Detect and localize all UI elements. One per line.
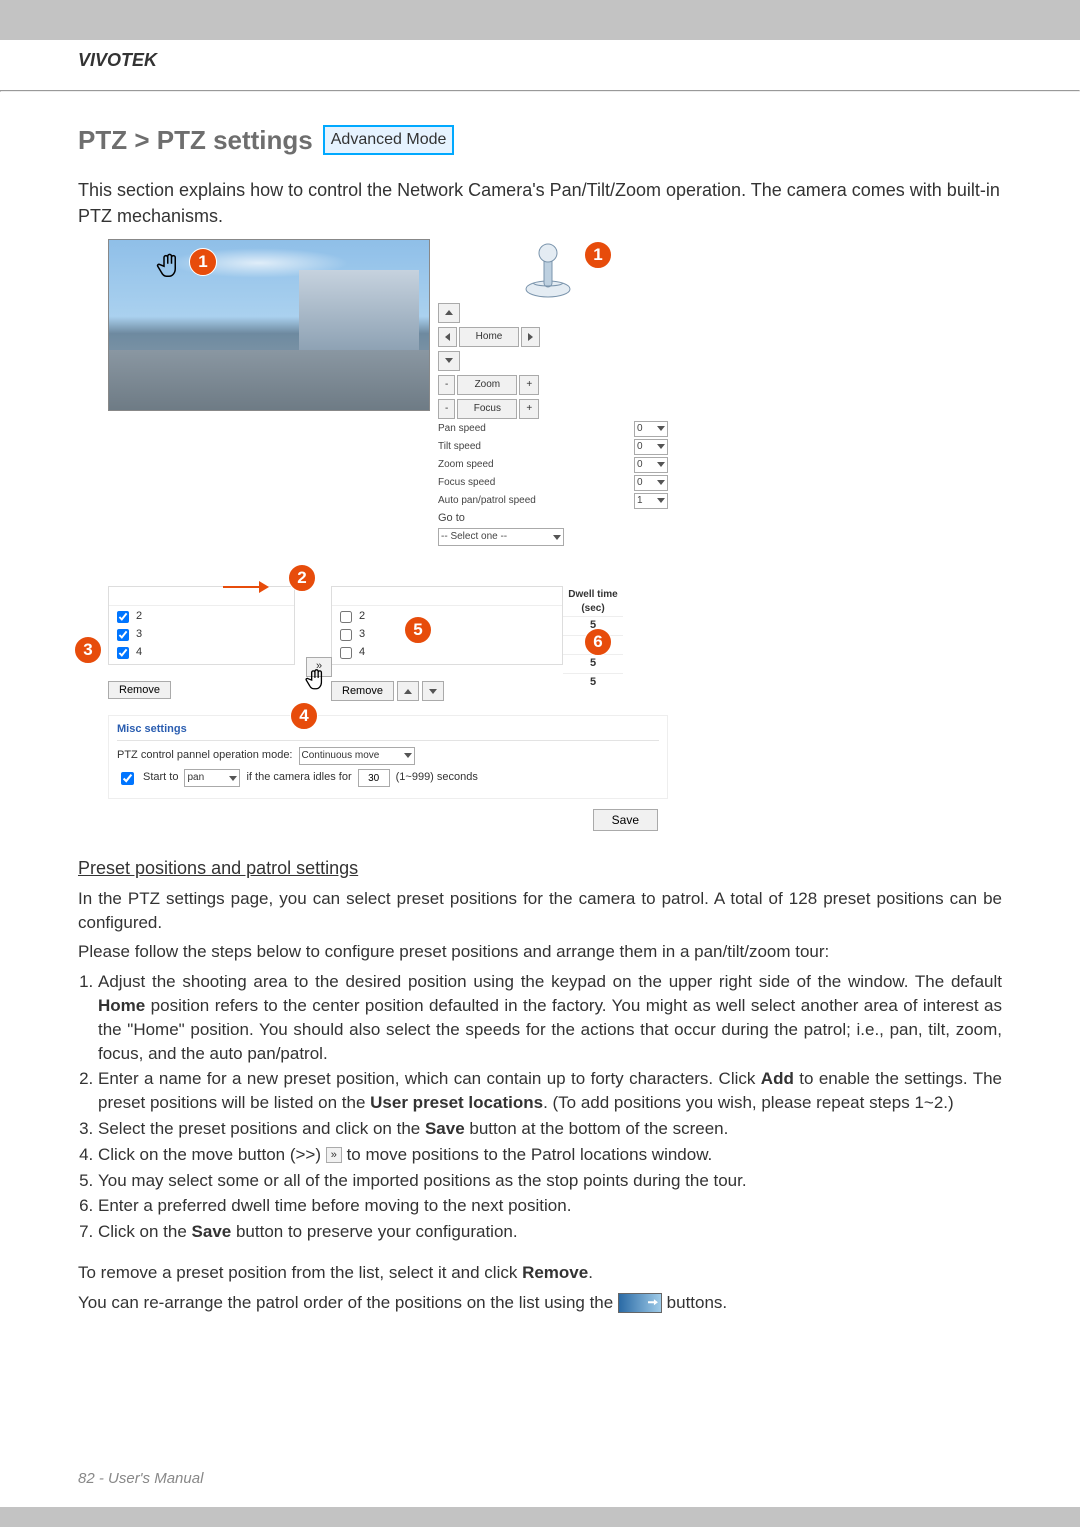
step-item: Enter a name for a new preset position, … <box>98 1067 1002 1115</box>
step-item: Select the preset positions and click on… <box>98 1117 1002 1141</box>
step-item: Click on the Save button to preserve you… <box>98 1220 1002 1244</box>
preset-row[interactable]: 3 <box>113 626 290 644</box>
tilt-speed-select[interactable]: 0 <box>634 439 668 455</box>
callout-6: 6 <box>584 628 612 656</box>
move-button-icon: » <box>326 1147 342 1163</box>
hand-cursor-icon <box>154 250 184 280</box>
patrol-locations-panel: 2 3 4 <box>331 586 563 665</box>
paragraph: In the PTZ settings page, you can select… <box>78 887 1002 935</box>
callout-4: 4 <box>290 702 318 730</box>
home-button[interactable]: Home <box>459 327 519 347</box>
goto-select[interactable]: -- Select one -- <box>438 528 564 546</box>
paragraph: Please follow the steps below to configu… <box>78 940 1002 964</box>
remove-preset-button[interactable]: Remove <box>108 681 171 699</box>
pan-speed-select[interactable]: 0 <box>634 421 668 437</box>
preset-row[interactable]: 2 <box>113 608 290 626</box>
arrow-to-callout-2-icon <box>223 572 269 600</box>
step-item: Click on the move button (>>) » to move … <box>98 1143 1002 1167</box>
tilt-speed-label: Tilt speed <box>438 440 481 454</box>
dwell-header-2: (sec) <box>563 602 623 616</box>
idle-seconds-input[interactable] <box>358 769 390 787</box>
joystick-icon[interactable] <box>518 239 578 299</box>
ptz-mode-label: PTZ control pannel operation mode: <box>117 748 293 763</box>
hand-cursor-icon <box>303 666 329 699</box>
goto-label: Go to <box>438 511 668 526</box>
paragraph: You can re-arrange the patrol order of t… <box>78 1291 1002 1315</box>
remove-patrol-button[interactable]: Remove <box>331 681 394 701</box>
zoom-label: Zoom <box>457 375 517 395</box>
page-title: PTZ > PTZ settings <box>78 122 313 158</box>
section-subhead: Preset positions and patrol settings <box>78 856 1002 881</box>
step-item: You may select some or all of the import… <box>98 1169 1002 1193</box>
left-button[interactable] <box>438 327 457 347</box>
callout-1b: 1 <box>584 241 612 269</box>
zoom-speed-select[interactable]: 0 <box>634 457 668 473</box>
callout-2: 2 <box>288 564 316 592</box>
step-item: Enter a preferred dwell time before movi… <box>98 1194 1002 1218</box>
idle-label: if the camera idles for <box>246 770 351 785</box>
ptz-ui-panel: 1 1 Home <box>108 239 668 831</box>
step-item: Adjust the shooting area to the desired … <box>98 970 1002 1065</box>
move-up-button[interactable] <box>397 681 419 701</box>
intro-text: This section explains how to control the… <box>78 178 1002 228</box>
callout-1a: 1 <box>189 248 217 276</box>
down-button[interactable] <box>438 351 460 371</box>
brand-header: VIVOTEK <box>0 40 1080 90</box>
reorder-buttons-icon <box>618 1293 662 1313</box>
dwell-header-1: Dwell time <box>563 588 623 602</box>
callout-3: 3 <box>74 636 102 664</box>
camera-preview[interactable]: 1 <box>108 239 430 411</box>
pan-speed-label: Pan speed <box>438 422 486 436</box>
dwell-value[interactable]: 5 <box>563 673 623 692</box>
misc-settings-panel: Misc settings PTZ control pannel operati… <box>108 715 668 798</box>
idle-units-label: (1~999) seconds <box>396 770 478 785</box>
patrol-row[interactable]: 3 <box>336 626 558 644</box>
focus-label: Focus <box>457 399 517 419</box>
start-to-checkbox[interactable] <box>121 772 134 785</box>
focus-out-button[interactable]: - <box>438 399 455 419</box>
misc-title: Misc settings <box>117 722 659 740</box>
zoom-speed-label: Zoom speed <box>438 458 494 472</box>
callout-5: 5 <box>404 616 432 644</box>
steps-list: Adjust the shooting area to the desired … <box>78 970 1002 1244</box>
preset-checkbox[interactable] <box>117 647 129 659</box>
patrol-checkbox[interactable] <box>340 647 352 659</box>
patrol-row[interactable]: 4 <box>336 644 558 662</box>
focus-speed-select[interactable]: 0 <box>634 475 668 491</box>
preset-row[interactable]: 4 <box>113 644 290 662</box>
move-down-button[interactable] <box>422 681 444 701</box>
page-footer: 82 - User's Manual <box>78 1470 203 1487</box>
patrol-checkbox[interactable] <box>340 629 352 641</box>
patrol-checkbox[interactable] <box>340 611 352 623</box>
up-button[interactable] <box>438 303 460 323</box>
auto-patrol-speed-select[interactable]: 1 <box>634 493 668 509</box>
dwell-value[interactable]: 5 <box>563 654 623 673</box>
preset-checkbox[interactable] <box>117 629 129 641</box>
preset-checkbox[interactable] <box>117 611 129 623</box>
paragraph: To remove a preset position from the lis… <box>78 1261 1002 1285</box>
start-to-select[interactable]: pan <box>184 769 240 787</box>
focus-speed-label: Focus speed <box>438 476 495 490</box>
save-button[interactable]: Save <box>593 809 658 831</box>
start-to-label: Start to <box>143 770 178 785</box>
zoom-out-button[interactable]: - <box>438 375 455 395</box>
patrol-row[interactable]: 2 <box>336 608 558 626</box>
focus-in-button[interactable]: + <box>519 399 539 419</box>
right-button[interactable] <box>521 327 540 347</box>
auto-patrol-speed-label: Auto pan/patrol speed <box>438 494 536 508</box>
ptz-mode-select[interactable]: Continuous move <box>299 747 415 765</box>
advanced-mode-badge: Advanced Mode <box>323 125 455 155</box>
zoom-in-button[interactable]: + <box>519 375 539 395</box>
